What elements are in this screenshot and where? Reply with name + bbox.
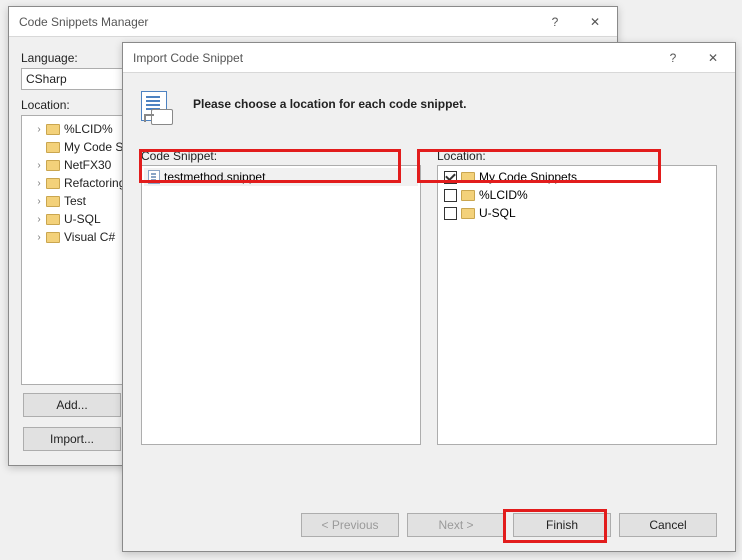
wizard-buttons: < Previous Next > Finish Cancel	[301, 513, 717, 537]
previous-button: < Previous	[301, 513, 399, 537]
snippet-filename: testmethod.snippet	[164, 170, 265, 184]
list-item[interactable]: %LCID%	[440, 186, 714, 204]
folder-icon	[46, 142, 60, 153]
help-button[interactable]: ?	[535, 8, 575, 36]
instruction-text: Please choose a location for each code s…	[193, 97, 466, 111]
close-button[interactable]: ✕	[575, 8, 615, 36]
folder-icon	[46, 214, 60, 225]
folder-icon	[46, 232, 60, 243]
location-list[interactable]: My Code Snippets %LCID% U-SQL	[437, 165, 717, 445]
expand-icon[interactable]: ›	[34, 232, 44, 243]
code-snippet-label: Code Snippet:	[141, 149, 421, 163]
folder-icon	[46, 124, 60, 135]
expand-icon[interactable]: ›	[34, 124, 44, 135]
window-title: Import Code Snippet	[133, 51, 653, 65]
language-value: CSharp	[26, 72, 67, 86]
code-snippet-list[interactable]: testmethod.snippet	[141, 165, 421, 445]
expand-icon[interactable]: ›	[34, 160, 44, 171]
checkbox[interactable]	[444, 171, 457, 184]
finish-button[interactable]: Finish	[513, 513, 611, 537]
add-button[interactable]: Add...	[23, 393, 121, 417]
titlebar: Code Snippets Manager ? ✕	[9, 7, 617, 37]
checkbox[interactable]	[444, 207, 457, 220]
folder-icon	[46, 178, 60, 189]
titlebar: Import Code Snippet ? ✕	[123, 43, 735, 73]
location-list-label: Location:	[437, 149, 717, 163]
next-button: Next >	[407, 513, 505, 537]
list-item[interactable]: testmethod.snippet	[144, 168, 418, 186]
folder-icon	[46, 196, 60, 207]
folder-icon	[461, 208, 475, 219]
expand-icon[interactable]: ›	[34, 178, 44, 189]
checkbox[interactable]	[444, 189, 457, 202]
list-item[interactable]: My Code Snippets	[440, 168, 714, 186]
window-title: Code Snippets Manager	[19, 15, 535, 29]
folder-icon	[46, 160, 60, 171]
close-button[interactable]: ✕	[693, 44, 733, 72]
help-button[interactable]: ?	[653, 44, 693, 72]
cancel-button[interactable]: Cancel	[619, 513, 717, 537]
folder-icon	[461, 190, 475, 201]
snippet-location-icon	[141, 91, 177, 131]
import-code-snippet-window: Import Code Snippet ? ✕ Please choose a …	[122, 42, 736, 552]
expand-icon[interactable]: ›	[34, 214, 44, 225]
folder-icon	[461, 172, 475, 183]
import-button[interactable]: Import...	[23, 427, 121, 451]
list-item[interactable]: U-SQL	[440, 204, 714, 222]
expand-icon[interactable]: ›	[34, 196, 44, 207]
snippet-file-icon	[148, 170, 160, 184]
